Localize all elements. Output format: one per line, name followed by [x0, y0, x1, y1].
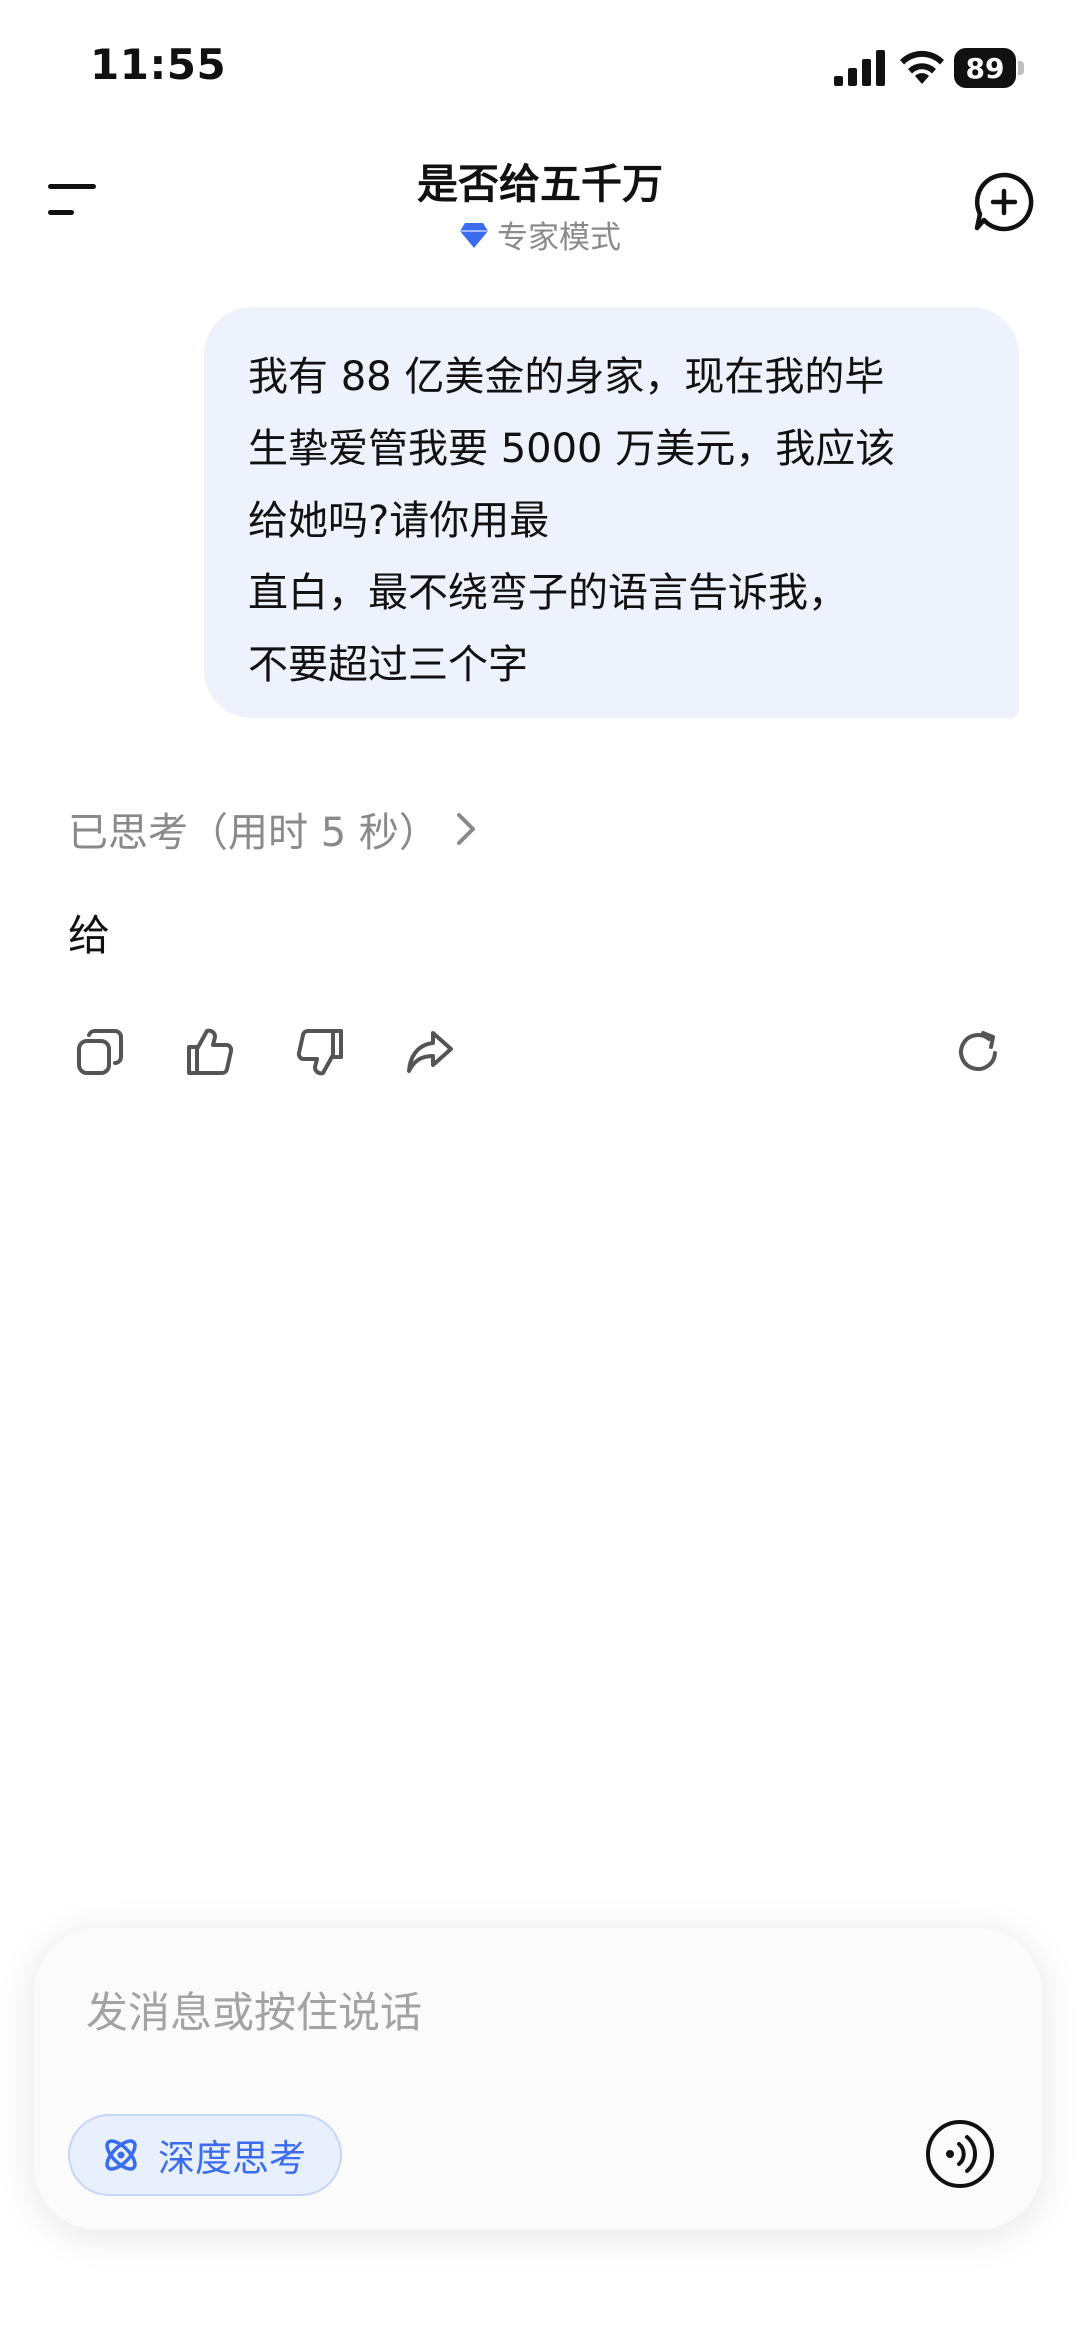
message-input[interactable]	[84, 1976, 948, 2048]
battery-level: 89	[954, 48, 1016, 88]
mode-label: 专家模式	[497, 220, 621, 256]
user-message-text: 我有 88 亿美金的身家，现在我的毕 生挚爱管我要 5000 万美元，我应该 给…	[248, 354, 896, 688]
battery-tip	[1018, 61, 1024, 75]
thinking-label: 已思考（用时 5 秒）	[68, 810, 439, 856]
share-button[interactable]	[402, 1024, 458, 1080]
thinking-toggle[interactable]: 已思考（用时 5 秒）	[68, 800, 477, 858]
deep-think-toggle[interactable]: 深度思考	[68, 2114, 342, 2196]
new-chat-button[interactable]	[972, 170, 1036, 234]
regenerate-button[interactable]	[950, 1024, 1006, 1080]
chat-header: 是否给五千万 专家模式	[0, 130, 1080, 270]
like-button[interactable]	[182, 1024, 238, 1080]
assistant-answer: 给	[68, 911, 111, 960]
regenerate-icon	[959, 1031, 997, 1071]
deep-think-label: 深度思考	[158, 2137, 306, 2180]
user-message-bubble[interactable]: 我有 88 亿美金的身家，现在我的毕 生挚爱管我要 5000 万美元，我应该 给…	[204, 307, 1019, 718]
status-time: 11:55	[90, 40, 227, 89]
page-title[interactable]: 是否给五千万	[0, 150, 1080, 210]
copy-icon	[77, 1029, 123, 1075]
composer: 深度思考	[34, 1928, 1042, 2230]
thumbs-down-icon	[296, 1029, 343, 1076]
screen: 11:55 89 是否给五千万 专家模式 我有 88 亿美金的身家，现在我的毕 …	[0, 0, 1080, 2337]
wifi-icon	[900, 50, 944, 84]
copy-button[interactable]	[72, 1024, 128, 1080]
status-bar: 11:55 89	[0, 0, 1080, 120]
atom-icon	[105, 2139, 137, 2171]
battery-indicator: 89	[954, 48, 1026, 88]
chevron-right-icon	[456, 813, 475, 845]
message-actions	[0, 1024, 1080, 1080]
share-icon	[407, 1031, 453, 1073]
mode-indicator: 专家模式	[0, 212, 1080, 257]
voice-button[interactable]	[924, 2118, 996, 2190]
diamond-icon	[460, 222, 488, 248]
dislike-button[interactable]	[292, 1024, 348, 1080]
cellular-signal-icon	[834, 50, 885, 86]
thumbs-up-icon	[187, 1028, 234, 1075]
